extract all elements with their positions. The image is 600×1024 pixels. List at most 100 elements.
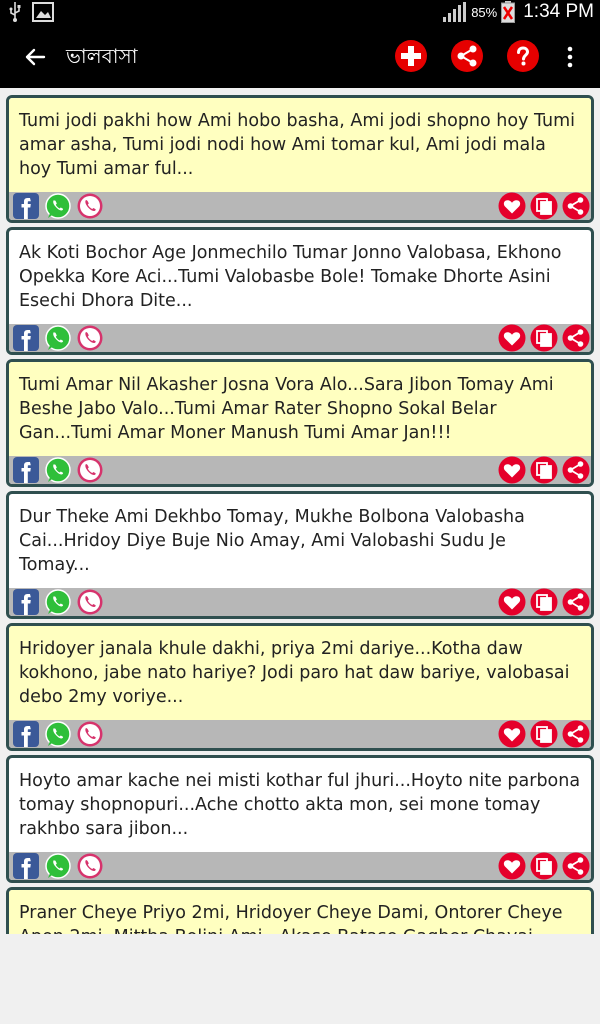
message-text[interactable]: Tumi Amar Nil Akasher Josna Vora Alo...S… (9, 362, 591, 456)
battery-icon (501, 1, 516, 23)
usb-icon (9, 2, 21, 22)
whatsapp-share-button[interactable] (43, 852, 73, 880)
message-card[interactable]: Dur Theke Ami Dekhbo Tomay, Mukhe Bolbon… (6, 491, 594, 619)
viber-icon (77, 457, 103, 483)
favorite-button[interactable] (497, 192, 527, 220)
whatsapp-share-button[interactable] (43, 456, 73, 484)
facebook-icon (13, 457, 39, 483)
message-text[interactable]: Hoyto amar kache nei misti kothar ful jh… (9, 758, 591, 852)
card-action-bar (9, 324, 591, 352)
viber-icon (77, 589, 103, 615)
copy-button[interactable] (529, 720, 559, 748)
whatsapp-icon (45, 457, 71, 483)
share-app-button[interactable] (451, 40, 483, 72)
copy-button[interactable] (529, 456, 559, 484)
viber-share-button[interactable] (75, 324, 105, 352)
copy-button[interactable] (529, 588, 559, 616)
viber-icon (77, 853, 103, 879)
share-icon (562, 588, 590, 616)
image-icon (32, 2, 54, 22)
add-icon (401, 46, 421, 66)
add-button[interactable] (395, 40, 427, 72)
facebook-share-button[interactable] (11, 852, 41, 880)
facebook-share-button[interactable] (11, 456, 41, 484)
facebook-icon (13, 589, 39, 615)
copy-button[interactable] (529, 192, 559, 220)
copy-button[interactable] (529, 852, 559, 880)
card-action-bar (9, 720, 591, 748)
whatsapp-share-button[interactable] (43, 192, 73, 220)
viber-icon (77, 325, 103, 351)
whatsapp-icon (45, 721, 71, 747)
back-arrow-icon[interactable] (20, 42, 50, 72)
whatsapp-share-button[interactable] (43, 720, 73, 748)
message-text[interactable]: Dur Theke Ami Dekhbo Tomay, Mukhe Bolbon… (9, 494, 591, 588)
copy-icon (530, 588, 558, 616)
copy-icon (530, 192, 558, 220)
favorite-button[interactable] (497, 852, 527, 880)
share-button[interactable] (561, 720, 591, 748)
message-text[interactable]: Praner Cheye Priyo 2mi, Hridoyer Cheye D… (9, 890, 591, 934)
share-button[interactable] (561, 588, 591, 616)
copy-icon (530, 456, 558, 484)
whatsapp-icon (45, 589, 71, 615)
message-card[interactable]: Tumi jodi pakhi how Ami hobo basha, Ami … (6, 95, 594, 223)
copy-icon (530, 720, 558, 748)
favorite-icon (498, 456, 526, 484)
clock: 1:34 PM (523, 1, 594, 22)
viber-share-button[interactable] (75, 192, 105, 220)
message-text[interactable]: Tumi jodi pakhi how Ami hobo basha, Ami … (9, 98, 591, 192)
facebook-icon (13, 853, 39, 879)
message-card[interactable]: Tumi Amar Nil Akasher Josna Vora Alo...S… (6, 359, 594, 487)
facebook-share-button[interactable] (11, 588, 41, 616)
favorite-icon (498, 852, 526, 880)
share-button[interactable] (561, 324, 591, 352)
share-button[interactable] (561, 192, 591, 220)
copy-icon (530, 324, 558, 352)
favorite-button[interactable] (497, 588, 527, 616)
message-text[interactable]: Hridoyer janala khule dakhi, priya 2mi d… (9, 626, 591, 720)
message-card[interactable]: Hridoyer janala khule dakhi, priya 2mi d… (6, 623, 594, 751)
overflow-menu-icon[interactable] (560, 44, 580, 70)
share-button[interactable] (561, 852, 591, 880)
whatsapp-share-button[interactable] (43, 324, 73, 352)
facebook-share-button[interactable] (11, 192, 41, 220)
page-title: ভালবাসা (66, 44, 138, 68)
message-card[interactable]: Praner Cheye Priyo 2mi, Hridoyer Cheye D… (6, 887, 594, 934)
copy-button[interactable] (529, 324, 559, 352)
message-text[interactable]: Ak Koti Bochor Age Jonmechilo Tumar Jonn… (9, 230, 591, 324)
facebook-share-button[interactable] (11, 720, 41, 748)
whatsapp-share-button[interactable] (43, 588, 73, 616)
empty-area (0, 934, 600, 1024)
facebook-icon (13, 721, 39, 747)
share-icon (562, 456, 590, 484)
help-button[interactable] (507, 40, 539, 72)
viber-share-button[interactable] (75, 588, 105, 616)
card-action-bar (9, 852, 591, 880)
message-card[interactable]: Hoyto amar kache nei misti kothar ful jh… (6, 755, 594, 883)
favorite-button[interactable] (497, 324, 527, 352)
viber-share-button[interactable] (75, 456, 105, 484)
favorite-icon (498, 192, 526, 220)
share-icon (562, 852, 590, 880)
battery-percent: 85% (471, 4, 498, 20)
viber-share-button[interactable] (75, 852, 105, 880)
card-action-bar (9, 588, 591, 616)
favorite-button[interactable] (497, 720, 527, 748)
help-icon (517, 46, 530, 66)
message-card[interactable]: Ak Koti Bochor Age Jonmechilo Tumar Jonn… (6, 227, 594, 355)
share-icon (457, 45, 477, 67)
favorite-button[interactable] (497, 456, 527, 484)
share-icon (562, 192, 590, 220)
card-action-bar (9, 192, 591, 220)
app-bar: ভালবাসা (0, 24, 600, 88)
signal-icon (443, 2, 467, 22)
card-action-bar (9, 456, 591, 484)
message-list[interactable]: Tumi jodi pakhi how Ami hobo basha, Ami … (0, 93, 600, 934)
facebook-share-button[interactable] (11, 324, 41, 352)
copy-icon (530, 852, 558, 880)
share-button[interactable] (561, 456, 591, 484)
viber-share-button[interactable] (75, 720, 105, 748)
facebook-icon (13, 325, 39, 351)
whatsapp-icon (45, 853, 71, 879)
